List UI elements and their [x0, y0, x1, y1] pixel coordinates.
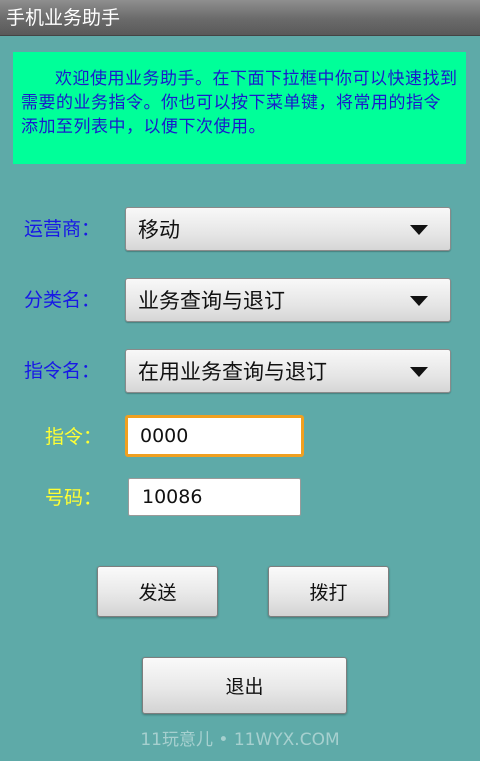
carrier-value: 移动: [138, 218, 180, 242]
number-label: 号码：: [45, 487, 103, 509]
category-label: 分类名：: [24, 289, 101, 311]
exit-button[interactable]: 退出: [142, 657, 347, 714]
dropdown-arrow-icon: [410, 367, 428, 377]
dial-button[interactable]: 拨打: [268, 566, 389, 617]
command-name-value: 在用业务查询与退订: [138, 360, 327, 384]
intro-message: 欢迎使用业务助手。在下面下拉框中你可以快速找到需要的业务指令。你也可以按下菜单键…: [13, 52, 466, 164]
dropdown-arrow-icon: [410, 225, 428, 235]
category-value: 业务查询与退订: [138, 289, 285, 313]
carrier-label: 运营商：: [24, 218, 101, 240]
command-input[interactable]: [125, 415, 304, 457]
app-title: 手机业务助手: [6, 7, 121, 29]
category-spinner[interactable]: 业务查询与退订: [125, 278, 451, 322]
command-name-label: 指令名：: [24, 360, 101, 382]
title-bar: 手机业务助手: [0, 0, 480, 36]
send-button[interactable]: 发送: [97, 566, 218, 617]
carrier-spinner[interactable]: 移动: [125, 207, 451, 251]
number-input[interactable]: [128, 478, 301, 516]
command-label: 指令：: [45, 426, 103, 448]
watermark: 11玩意儿 • 11WYX.COM: [140, 730, 340, 750]
dropdown-arrow-icon: [410, 296, 428, 306]
command-name-spinner[interactable]: 在用业务查询与退订: [125, 349, 451, 393]
